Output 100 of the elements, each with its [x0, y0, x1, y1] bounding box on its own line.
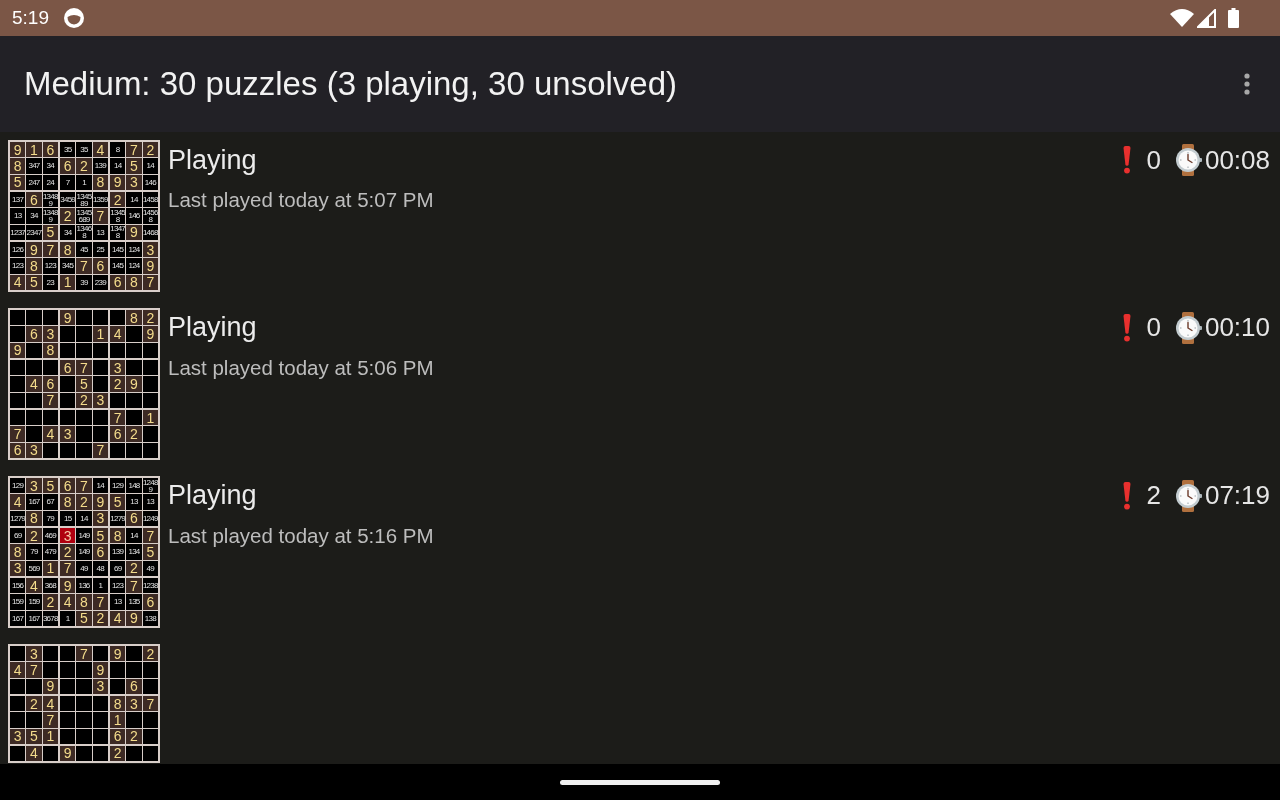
- notes-cell: 23: [42, 274, 58, 290]
- notes-cell: 34: [26, 208, 42, 224]
- digit-cell: 9: [126, 610, 142, 626]
- digit-cell: 1: [60, 274, 76, 290]
- notes-cell: 1345689: [76, 208, 92, 224]
- notes-cell: 25: [92, 241, 108, 258]
- notes-cell: 1468: [142, 224, 158, 240]
- notes-cell: 569: [26, 560, 42, 576]
- digit-cell: 6: [110, 728, 126, 744]
- digit-cell: 9: [110, 645, 126, 662]
- app-bar-title: Medium: 30 puzzles (3 playing, 30 unsolved): [24, 65, 679, 103]
- digit-cell: 2: [126, 728, 142, 744]
- home-handle[interactable]: [560, 779, 720, 785]
- notes-cell: 7: [60, 174, 76, 190]
- digit-cell: 6: [26, 326, 42, 342]
- digit-cell: 7: [142, 527, 158, 544]
- notes-cell: 124: [126, 258, 142, 274]
- notes-cell: 49: [76, 560, 92, 576]
- notes-cell: 135: [126, 594, 142, 610]
- digit-cell: 8: [110, 695, 126, 712]
- digit-cell: 1: [92, 326, 108, 342]
- digit-cell: 4: [10, 494, 26, 510]
- notes-cell: 48: [92, 560, 108, 576]
- notes-cell: 347: [26, 158, 42, 174]
- notes-cell: 1: [60, 610, 76, 626]
- digit-cell: 4: [92, 142, 108, 158]
- notes-cell: 13: [126, 494, 142, 510]
- notes-cell: 167: [10, 610, 26, 626]
- digit-cell: 9: [142, 258, 158, 274]
- digit-cell: 4: [42, 426, 58, 442]
- notes-cell: 69: [110, 560, 126, 576]
- digit-cell: 7: [142, 274, 158, 290]
- notes-cell: 67: [42, 494, 58, 510]
- notes-cell: 1249: [142, 510, 158, 526]
- digit-cell: 4: [110, 610, 126, 626]
- mistakes-count: 0: [1146, 144, 1161, 176]
- clock-time: 5:19: [12, 7, 49, 29]
- notes-cell: 3678: [42, 610, 58, 626]
- notes-cell: 239: [92, 274, 108, 290]
- notes-cell: 13: [110, 594, 126, 610]
- digit-cell: 2: [126, 560, 142, 576]
- digit-cell: 4: [42, 695, 58, 712]
- digit-cell: 2: [76, 494, 92, 510]
- digit-cell: 8: [126, 309, 142, 326]
- digit-cell: 6: [42, 142, 58, 158]
- digit-cell: 8: [110, 527, 126, 544]
- digit-cell: 4: [26, 376, 42, 392]
- notes-cell: 3459: [60, 192, 76, 208]
- notes-cell: 124: [126, 241, 142, 258]
- digit-cell: 2: [110, 745, 126, 762]
- digit-cell: 4: [110, 326, 126, 342]
- notes-cell: 79: [42, 510, 58, 526]
- notes-cell: 126: [10, 241, 26, 258]
- last-played-text: Last played today at 5:06 PM: [168, 355, 435, 380]
- notes-cell: 14: [126, 527, 142, 544]
- notes-cell: 8: [110, 142, 126, 158]
- digit-cell: 5: [42, 477, 58, 494]
- digit-cell: 7: [42, 241, 58, 258]
- notes-cell: 13478: [110, 224, 126, 240]
- watch-icon: [1173, 311, 1202, 344]
- digit-cell: 8: [126, 274, 142, 290]
- notes-cell: 39: [76, 274, 92, 290]
- notes-cell: 145: [110, 241, 126, 258]
- notes-cell: 12489: [142, 477, 158, 494]
- digit-cell: 9: [142, 326, 158, 342]
- notes-cell: 123: [42, 258, 58, 274]
- notes-cell: 14: [126, 192, 142, 208]
- digit-cell: 7: [92, 208, 108, 224]
- digit-cell: 5: [10, 174, 26, 190]
- digit-cell: 5: [76, 610, 92, 626]
- notes-cell: 146: [126, 208, 142, 224]
- notes-cell: 13: [92, 224, 108, 240]
- notes-cell: 13: [142, 494, 158, 510]
- error-cell: 3: [60, 527, 76, 544]
- notes-cell: 35: [60, 142, 76, 158]
- notes-cell: 146: [142, 174, 158, 190]
- digit-cell: 3: [60, 426, 76, 442]
- digit-cell: 9: [10, 342, 26, 358]
- overflow-menu-icon[interactable]: [1244, 73, 1250, 95]
- digit-cell: 3: [26, 442, 42, 458]
- notes-cell: 138: [142, 610, 158, 626]
- notes-cell: 167: [26, 494, 42, 510]
- digit-cell: 5: [76, 376, 92, 392]
- status-label: Playing: [168, 312, 258, 344]
- notes-cell: 34: [42, 158, 58, 174]
- elapsed-time: 00:08: [1204, 144, 1270, 176]
- battery-icon: [1228, 8, 1239, 28]
- exclamation-icon: [1122, 481, 1133, 510]
- digit-cell: 5: [42, 224, 58, 240]
- digit-cell: 4: [26, 745, 42, 762]
- digit-cell: 9: [60, 309, 76, 326]
- digit-cell: 6: [110, 426, 126, 442]
- digit-cell: 9: [110, 174, 126, 190]
- digit-cell: 2: [42, 594, 58, 610]
- digit-cell: 2: [110, 376, 126, 392]
- digit-cell: 1: [142, 409, 158, 426]
- digit-cell: 7: [92, 594, 108, 610]
- digit-cell: 2: [142, 142, 158, 158]
- digit-cell: 4: [60, 594, 76, 610]
- watch-icon: [1173, 479, 1202, 512]
